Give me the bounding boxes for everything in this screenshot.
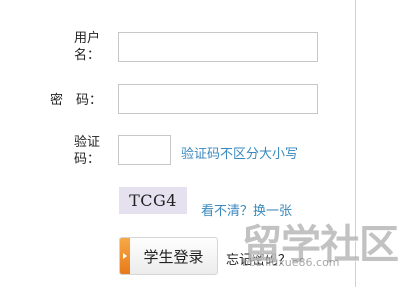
captcha-label-line2: 码： <box>73 152 100 167</box>
student-login-button[interactable]: 学生登录 <box>119 237 218 275</box>
refresh-captcha-link[interactable]: 看不清？换一张 <box>201 200 292 219</box>
username-label-line2: 名： <box>73 48 100 63</box>
username-label-line1: 用户 <box>73 31 100 46</box>
captcha-label-line1: 验证 <box>73 135 100 150</box>
username-input[interactable] <box>118 32 318 62</box>
captcha-label: 验证 码： <box>60 134 100 168</box>
arrow-right-icon <box>120 238 130 274</box>
captcha-image: TCG4 <box>119 187 187 214</box>
password-label: 密 码： <box>49 93 102 108</box>
captcha-input[interactable] <box>118 135 171 165</box>
password-input[interactable] <box>118 84 318 114</box>
student-login-button-label: 学生登录 <box>143 247 204 266</box>
forgot-password-link[interactable]: 忘记密码？ <box>226 249 291 268</box>
panel-right-border <box>355 0 356 287</box>
captcha-case-hint: 验证码不区分大小写 <box>181 147 299 162</box>
username-label: 用户 名： <box>60 30 100 64</box>
